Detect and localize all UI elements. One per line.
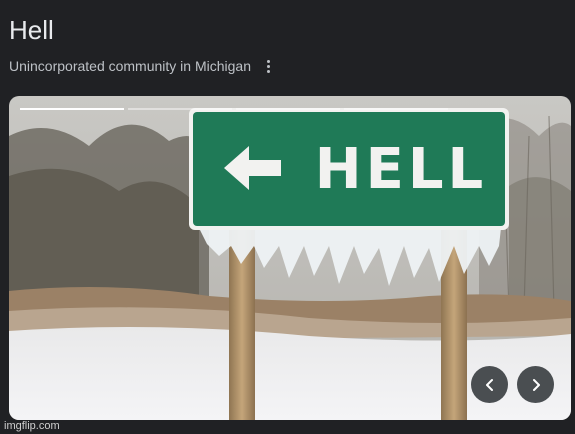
progress-segment-3 xyxy=(236,108,340,110)
next-image-button[interactable] xyxy=(517,366,554,403)
chevron-left-icon xyxy=(485,378,493,391)
subtitle-row: Unincorporated community in Michigan xyxy=(9,56,275,76)
more-vert-icon xyxy=(266,59,270,63)
sign-text: HELL xyxy=(315,137,488,202)
imgflip-watermark: imgflip.com xyxy=(4,420,60,432)
more-options-button[interactable] xyxy=(261,56,275,76)
progress-segment-4 xyxy=(344,108,448,110)
image-progress-indicator xyxy=(20,108,448,110)
progress-segment-1 xyxy=(20,108,124,110)
progress-segment-2 xyxy=(128,108,232,110)
previous-image-button[interactable] xyxy=(471,366,508,403)
place-title: Hell xyxy=(9,15,54,45)
chevron-right-icon xyxy=(532,378,540,391)
place-subtitle: Unincorporated community in Michigan xyxy=(9,58,251,74)
